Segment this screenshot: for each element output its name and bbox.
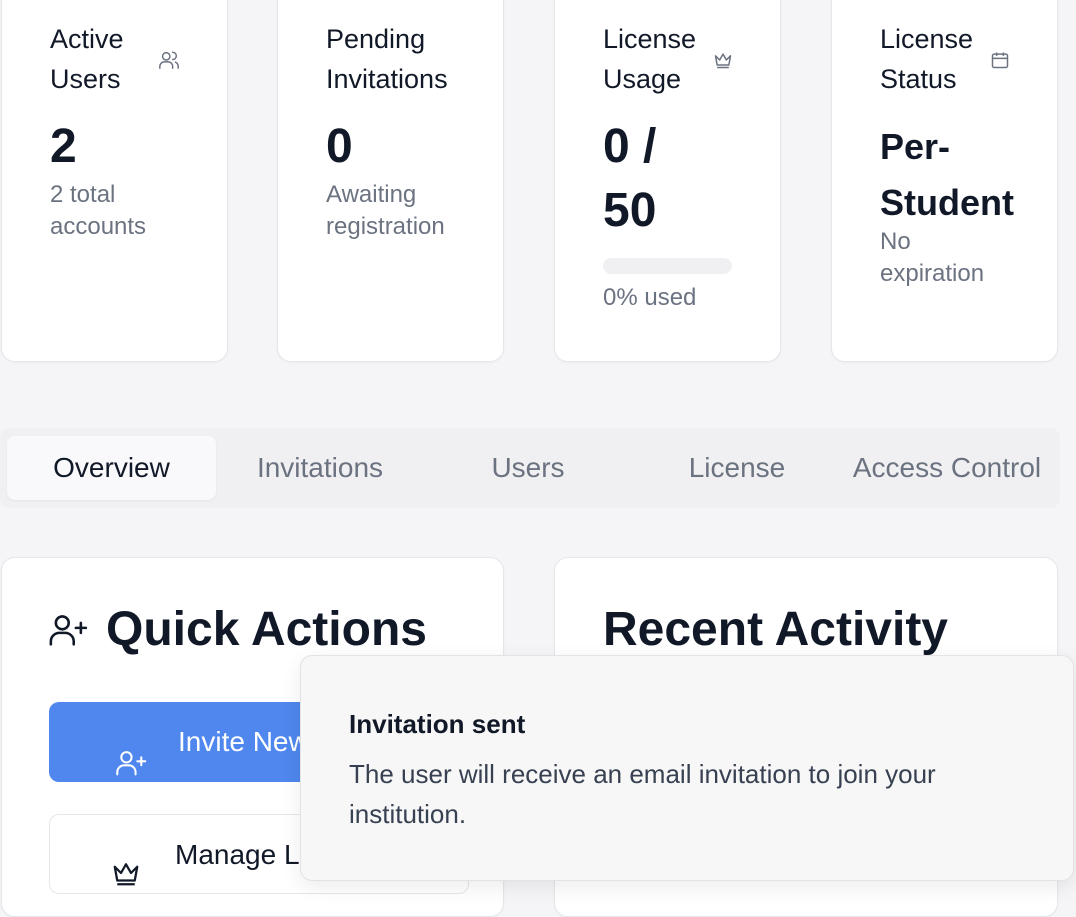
pending-invitations-card: Pending Invitations 0 Awaiting registrat… (277, 0, 504, 362)
invitation-sent-toast[interactable]: Invitation sent The user will receive an… (300, 655, 1074, 881)
license-status-sub: No expiration (880, 228, 985, 287)
active-users-card: Active Users 2 2 total accounts (1, 0, 228, 362)
license-status-value: Per-Student (880, 126, 1014, 223)
license-usage-progress (603, 258, 732, 274)
license-usage-sub: 0% used (603, 284, 697, 311)
pending-invitations-sub: Awaiting registration (326, 181, 445, 240)
active-users-sub: 2 total accounts (50, 181, 147, 240)
tab-overview[interactable]: Overview (7, 436, 216, 500)
license-status-title: License Status (880, 24, 974, 94)
pending-invitations-title: Pending Invitations (326, 24, 448, 94)
license-usage-title: License Usage (603, 24, 697, 94)
toast-title: Invitation sent (349, 709, 526, 739)
tab-access-control[interactable]: Access Control (836, 436, 1058, 500)
tab-bar: Overview Invitations Users License Acces… (0, 428, 1060, 508)
calendar-icon (990, 50, 1012, 72)
license-usage-value: 0 / 50 (603, 120, 657, 237)
active-users-title: Active Users (50, 24, 124, 94)
license-status-card: License Status Per-Student No expiration (831, 0, 1058, 362)
user-plus-icon (115, 728, 147, 782)
active-users-value: 2 (50, 120, 77, 173)
crown-icon (713, 50, 735, 72)
recent-activity-title: Recent Activity (603, 603, 948, 656)
tab-invitations[interactable]: Invitations (216, 436, 424, 500)
tab-users[interactable]: Users (424, 436, 632, 500)
users-icon (158, 49, 180, 71)
license-usage-card: License Usage 0 / 50 0% used (554, 0, 781, 362)
toast-message: The user will receive an email invitatio… (349, 759, 936, 829)
pending-invitations-value: 0 (326, 120, 353, 173)
tab-license[interactable]: License (632, 436, 842, 500)
crown-icon (110, 839, 142, 893)
quick-actions-title: Quick Actions (106, 603, 427, 656)
user-plus-icon (48, 612, 88, 653)
